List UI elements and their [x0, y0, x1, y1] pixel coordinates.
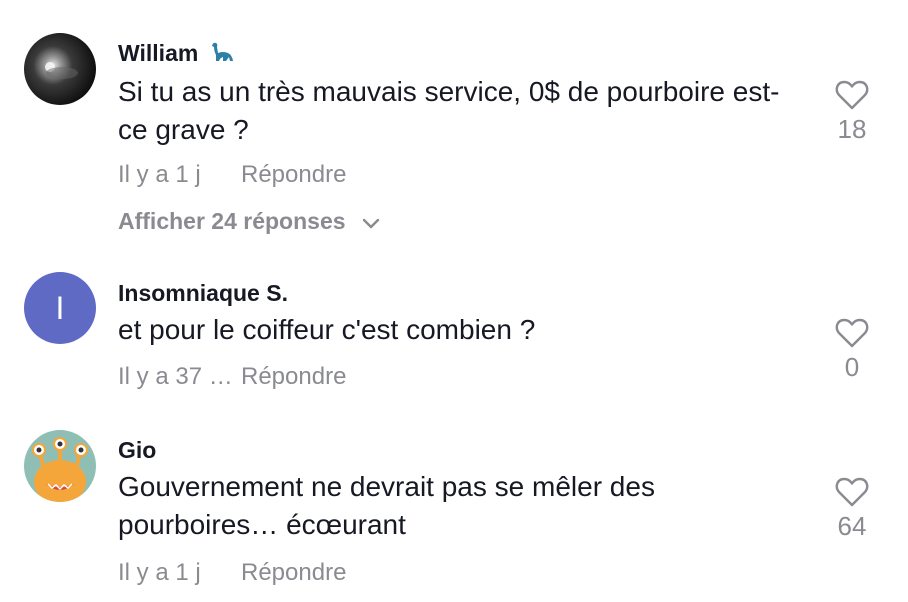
avatar[interactable] — [24, 33, 96, 105]
dinosaur-icon — [209, 41, 235, 69]
chevron-down-icon — [362, 209, 380, 236]
reply-button[interactable]: Répondre — [241, 161, 346, 189]
heart-icon — [820, 477, 884, 507]
comment-text: Si tu as un très mauvais service, 0$ de … — [118, 76, 780, 145]
like-button[interactable]: 64 — [820, 477, 884, 542]
comment-time: Il y a 37 … — [118, 363, 233, 390]
reply-button[interactable]: Répondre — [241, 559, 346, 587]
like-count: 64 — [837, 511, 867, 541]
heart-icon — [820, 318, 884, 348]
avatar[interactable] — [24, 430, 96, 502]
comment-meta: Il y a 37 … Répondre — [118, 363, 346, 391]
comment-username[interactable]: Gio — [118, 437, 156, 464]
comment-meta: Il y a 1 j Répondre — [118, 161, 346, 189]
view-replies-button[interactable]: Afficher 24 réponses — [118, 208, 380, 236]
avatar[interactable]: I — [24, 272, 96, 344]
like-count: 0 — [844, 352, 860, 382]
comment-text: Gouvernement ne devrait pas se mêler des… — [118, 471, 655, 540]
like-button[interactable]: 0 — [820, 318, 884, 383]
avatar-initial: I — [24, 272, 96, 344]
comment-text: et pour le coiffeur c'est combien ? — [118, 314, 536, 345]
comment-time: Il y a 1 j — [118, 559, 201, 586]
comment-time: Il y a 1 j — [118, 161, 201, 188]
reply-button[interactable]: Répondre — [241, 363, 346, 391]
like-button[interactable]: 18 — [820, 80, 884, 145]
heart-icon — [820, 80, 884, 110]
comment-meta: Il y a 1 j Répondre — [118, 559, 346, 587]
like-count: 18 — [837, 114, 867, 144]
comment-username[interactable]: Insomniaque S. — [118, 280, 288, 307]
comment-username[interactable]: William — [118, 40, 235, 69]
